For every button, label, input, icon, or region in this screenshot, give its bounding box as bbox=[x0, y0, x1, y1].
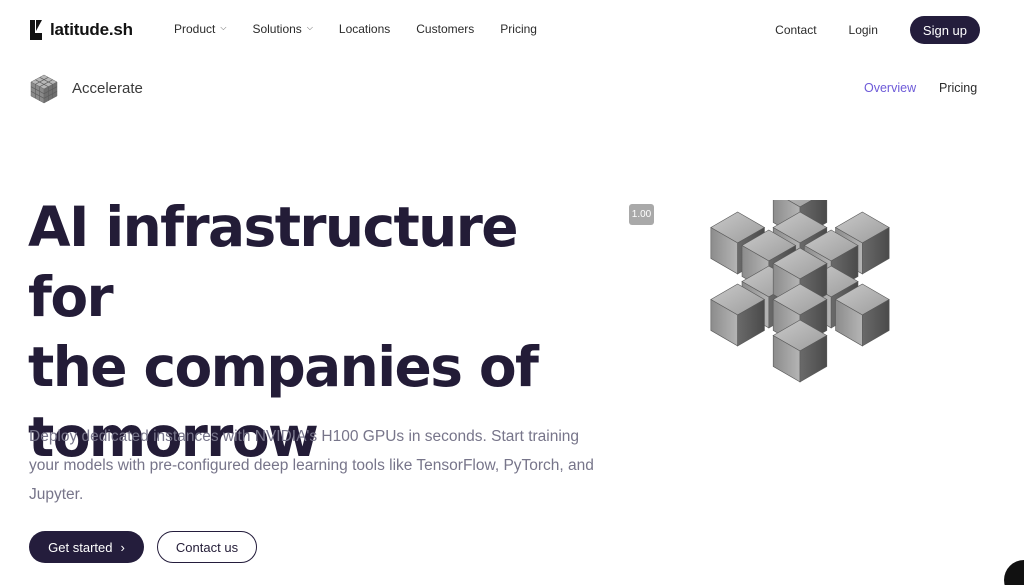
chevron-down-icon: ⌵ bbox=[220, 23, 227, 32]
chevron-right-icon: › bbox=[120, 539, 125, 555]
nav-product-label: Product bbox=[174, 22, 216, 36]
get-started-label: Get started bbox=[48, 539, 113, 555]
main-menu: Product ⌵ Solutions ⌵ Locations Customer… bbox=[174, 22, 563, 36]
accelerate-cube-icon bbox=[30, 74, 58, 104]
nav-locations[interactable]: Locations bbox=[339, 22, 390, 36]
chat-widget-icon[interactable] bbox=[1004, 560, 1024, 585]
hero-description: Deploy dedicated instances with NVIDIA's… bbox=[29, 428, 594, 503]
get-started-button[interactable]: Get started › bbox=[29, 531, 144, 563]
nav-pricing[interactable]: Pricing bbox=[500, 22, 537, 36]
top-navigation: latitude.sh Product ⌵ Solutions ⌵ Locati… bbox=[0, 0, 1024, 60]
brand-name: latitude.sh bbox=[50, 20, 133, 39]
nav-customers-label: Customers bbox=[416, 22, 475, 36]
nav-solutions[interactable]: Solutions ⌵ bbox=[252, 22, 312, 36]
latitude-logo-icon bbox=[30, 20, 42, 40]
brand-logo[interactable]: latitude.sh bbox=[28, 18, 133, 42]
nav-solutions-label: Solutions bbox=[252, 22, 302, 36]
signup-button[interactable]: Sign up bbox=[909, 16, 980, 44]
product-name[interactable]: Accelerate bbox=[72, 80, 143, 97]
nav-pricing-label: Pricing bbox=[500, 22, 537, 36]
tab-overview[interactable]: Overview bbox=[864, 81, 916, 95]
nav-product[interactable]: Product ⌵ bbox=[174, 22, 226, 36]
cube-cluster-illustration bbox=[710, 200, 890, 383]
chevron-down-icon: ⌵ bbox=[306, 23, 313, 32]
product-subnav: Accelerate Overview Pricing bbox=[0, 64, 1024, 116]
contact-link[interactable]: Contact bbox=[775, 23, 816, 37]
contact-us-button[interactable]: Contact us bbox=[157, 531, 257, 563]
tab-pricing[interactable]: Pricing bbox=[939, 81, 977, 95]
login-link[interactable]: Login bbox=[849, 23, 878, 37]
nav-customers[interactable]: Customers bbox=[416, 22, 474, 36]
account-links: Contact Login Sign up bbox=[775, 16, 980, 44]
cube-cluster bbox=[710, 200, 890, 383]
nav-locations-label: Locations bbox=[338, 22, 391, 36]
